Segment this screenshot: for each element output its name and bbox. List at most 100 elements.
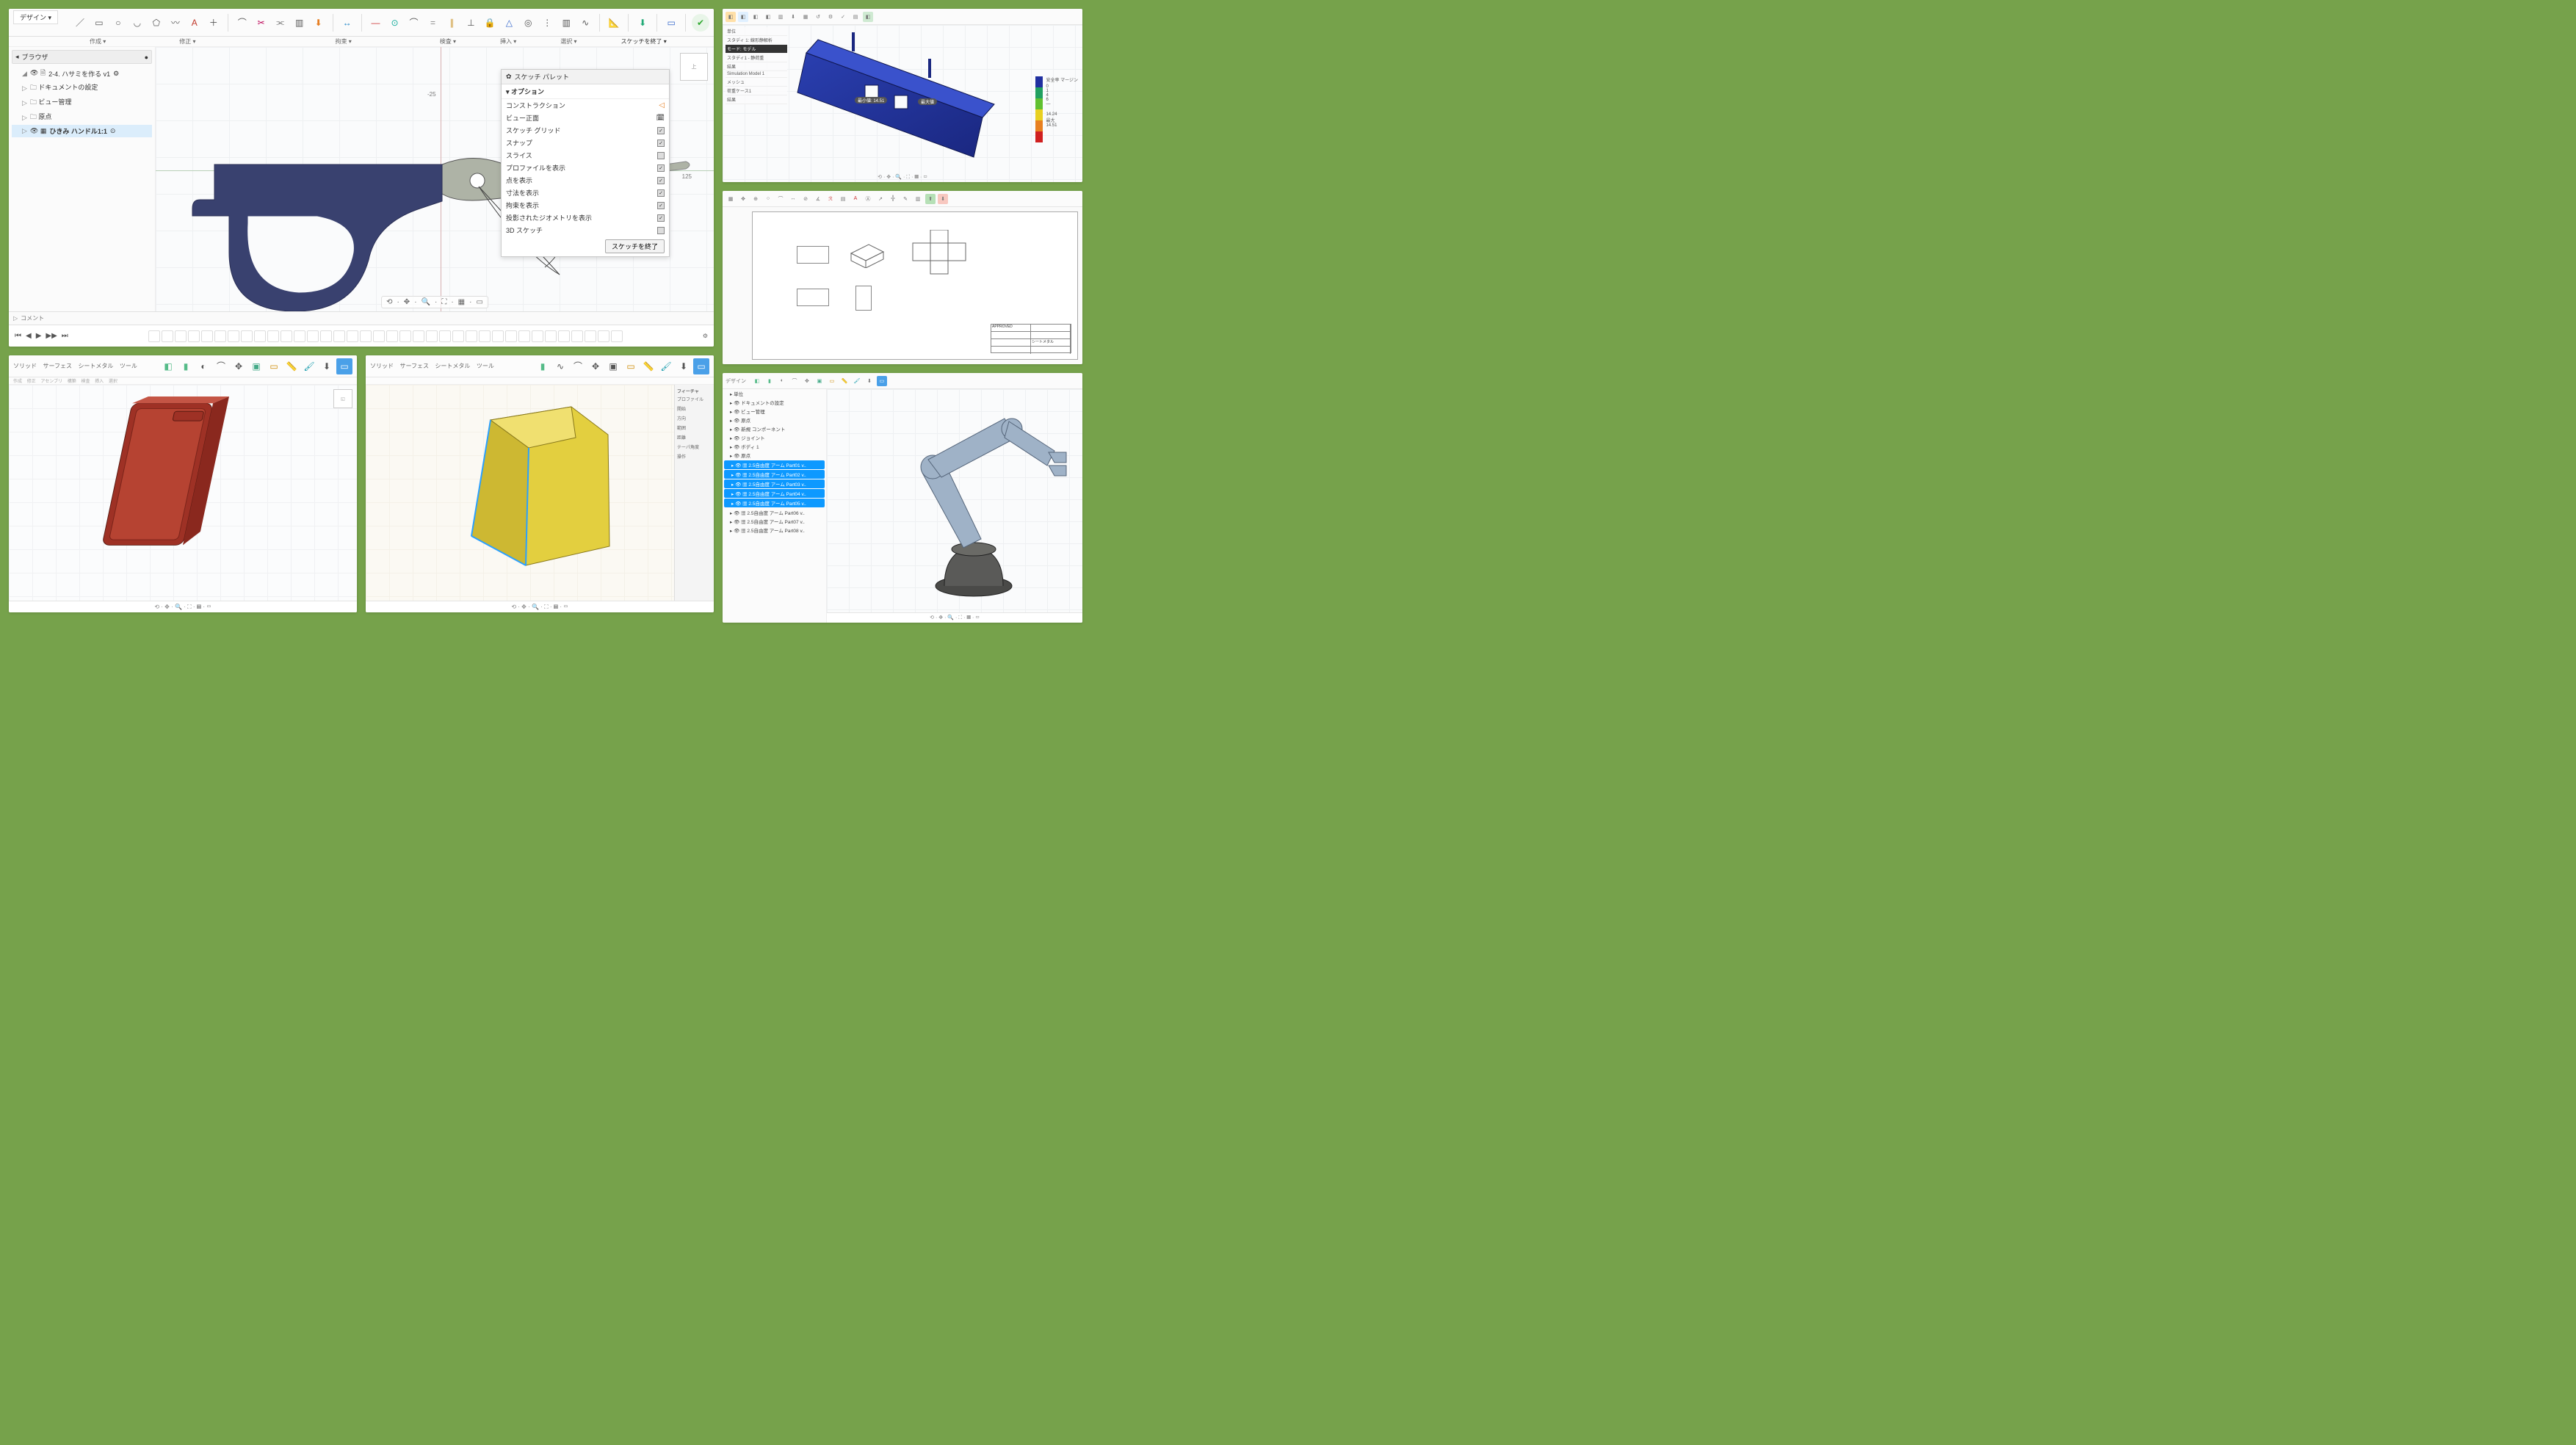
palette-row[interactable]: 寸法を表示✓: [502, 186, 669, 199]
construct-icon[interactable]: ▭: [266, 358, 282, 374]
robot-browser-item[interactable]: ▸ 👁 ▦ 2.5自由度 アーム Part01 v..: [724, 460, 825, 469]
settings-gear-icon[interactable]: ⚙: [113, 70, 119, 78]
constraint-curv-icon[interactable]: ∿: [577, 15, 593, 31]
tool-dim-icon[interactable]: ↔: [339, 15, 355, 31]
inspect-icon[interactable]: 📏: [283, 358, 300, 374]
sweep-icon[interactable]: ∿: [552, 358, 568, 374]
palette-row[interactable]: ビュー正面🗓: [502, 112, 669, 124]
assy-icon[interactable]: ▣: [248, 358, 264, 374]
robot-browser-item[interactable]: ▸ 👁 新規 コンポーネント: [723, 424, 826, 433]
tool-arc-icon[interactable]: ◡: [129, 15, 145, 31]
tool-project-icon[interactable]: ⬇: [311, 15, 327, 31]
view-icon[interactable]: ▭: [476, 298, 482, 306]
finish-sketch-button[interactable]: スケッチを終了: [605, 239, 665, 253]
timeline-thumbs[interactable]: [148, 330, 623, 342]
constraint-horiz-icon[interactable]: ―: [368, 15, 384, 31]
display-icon[interactable]: ▦: [458, 298, 465, 306]
fit-icon[interactable]: ⛶: [441, 298, 446, 306]
rev-icon[interactable]: ◐: [195, 358, 211, 374]
robot-browser-item[interactable]: ▸ 👁 原点: [723, 451, 826, 460]
robot-browser-item[interactable]: ▸ 👁 ▦ 2.5自由度 アーム Part04 v..: [724, 489, 825, 498]
constraint-perp-icon[interactable]: ⊥: [463, 15, 479, 31]
mini-nav-a[interactable]: ⟲ · ✥ · 🔍 · ⛶ · ▦ · ▭: [9, 601, 357, 612]
timeline-controls[interactable]: ⏮ ◀ ▶ ▶▶ ⏭: [15, 332, 68, 340]
tool-circle-icon[interactable]: ○: [110, 15, 126, 31]
tool-mirror-icon[interactable]: ▥: [292, 15, 308, 31]
palette-row[interactable]: コンストラクション◁: [502, 99, 669, 112]
finish-icon[interactable]: ✔: [692, 14, 709, 32]
tool-trim-icon[interactable]: ✂: [253, 15, 269, 31]
constraint-mid-icon[interactable]: △: [501, 15, 517, 31]
browser-doc-root[interactable]: ◢ 👁 🗎 2-4. ハサミを作る v1 ⚙: [12, 66, 152, 81]
palette-row[interactable]: 拘束を表示✓: [502, 199, 669, 211]
tl-play-icon[interactable]: ▶: [36, 332, 42, 340]
tool-polygon-icon[interactable]: ⬠: [148, 15, 164, 31]
tool-line-icon[interactable]: ／: [72, 15, 88, 31]
robot-nav[interactable]: ⟲ · ✥ · 🔍 · ⛶ · ▦ · ▭: [827, 612, 1082, 623]
fillet-b-icon[interactable]: ⌒: [570, 358, 586, 374]
select-b-icon[interactable]: ▭: [693, 358, 709, 374]
tl-end-icon[interactable]: ⏭: [62, 332, 68, 340]
comment-input[interactable]: [21, 315, 65, 322]
move-icon[interactable]: ✥: [231, 358, 247, 374]
fillet-icon[interactable]: ⌒: [213, 358, 229, 374]
tl-prev-icon[interactable]: ◀: [26, 332, 32, 340]
robot-browser-item[interactable]: ▸ 👁 ▦ 2.5自由度 アーム Part07 v..: [723, 517, 826, 526]
browser-item[interactable]: ▷ 🗀 ドキュメントの設定: [12, 81, 152, 95]
box-icon[interactable]: ◧: [160, 358, 176, 374]
viewcube-a[interactable]: ◱: [333, 389, 352, 408]
tl-start-icon[interactable]: ⏮: [15, 332, 21, 340]
palette-row[interactable]: スケッチ グリッド✓: [502, 124, 669, 137]
insert-b-icon[interactable]: ⬇: [676, 358, 692, 374]
viewcube[interactable]: 上: [680, 53, 708, 81]
mini-nav-b[interactable]: ⟲ · ✥ · 🔍 · ⛶ · ▦ · ▭: [366, 601, 714, 612]
constraint-parallel-icon[interactable]: ∥: [444, 15, 460, 31]
robot-browser-item[interactable]: ▸ 👁 ドキュメントの設定: [723, 398, 826, 407]
construct-b-icon[interactable]: ▭: [623, 358, 639, 374]
inspect-b-icon[interactable]: 📏: [640, 358, 656, 374]
robot-browser-item[interactable]: ▸ 👁 ▦ 2.5自由度 アーム Part08 v..: [723, 526, 826, 535]
tl-next-icon[interactable]: ▶▶: [46, 332, 57, 340]
tool-fillet-icon[interactable]: ⌒: [234, 15, 250, 31]
paint-b-icon[interactable]: 🖌: [658, 358, 674, 374]
browser-item[interactable]: ▷ 🗀 ビュー管理: [12, 95, 152, 110]
extrude-icon[interactable]: ▮: [178, 358, 194, 374]
tool-rect-icon[interactable]: ▭: [91, 15, 107, 31]
palette-row[interactable]: スライス: [502, 149, 669, 162]
robot-browser-item[interactable]: ▸ 👁 ▦ 2.5自由度 アーム Part03 v..: [724, 479, 825, 488]
tool-insert-icon[interactable]: ⬇: [634, 15, 651, 31]
assy-b-icon[interactable]: ▣: [605, 358, 621, 374]
tool-offset-icon[interactable]: ⫘: [272, 15, 289, 31]
insert-icon[interactable]: ⬇: [319, 358, 335, 374]
browser-item-selected[interactable]: ▷ 👁 ▦ ひきみ ハンドル1:1 ⊙: [12, 125, 152, 137]
pan-icon[interactable]: ✥: [404, 298, 410, 306]
browser-header[interactable]: ◂ ブラウザ ●: [12, 50, 152, 64]
constraint-lock-icon[interactable]: 🔒: [482, 15, 498, 31]
fea-canvas[interactable]: 単位スタディ 1: 線形静解析モード: モデルスタディ1 - 静荷重結果Simu…: [723, 25, 1082, 182]
tool-point-icon[interactable]: ＋: [206, 15, 222, 31]
palette-row[interactable]: スナップ✓: [502, 137, 669, 149]
sketch-canvas[interactable]: 上 -25 -50 125: [156, 47, 714, 311]
robot-browser-item[interactable]: ▸ 👁 原点: [723, 416, 826, 424]
constraint-sym-icon[interactable]: ▥: [558, 15, 574, 31]
robot-browser-item[interactable]: ▸ 👁 ▦ 2.5自由度 アーム Part06 v..: [723, 508, 826, 517]
robot-browser-item[interactable]: ▸ 👁 ジョイント: [723, 433, 826, 442]
robot-browser-item[interactable]: ▸ 👁 ▦ 2.5自由度 アーム Part02 v..: [724, 470, 825, 479]
robot-browser-item[interactable]: ▸ 👁 ▦ 2.5自由度 アーム Part05 v..: [724, 499, 825, 507]
robot-browser-item[interactable]: ▸ 👁 ボディ 1: [723, 442, 826, 451]
browser-pin-icon[interactable]: ●: [145, 54, 148, 61]
move-b-icon[interactable]: ✥: [587, 358, 604, 374]
constraint-colin-icon[interactable]: ⋮: [539, 15, 555, 31]
tool-select-icon[interactable]: ▭: [663, 15, 679, 31]
tool-text-icon[interactable]: A: [187, 15, 203, 31]
select-icon[interactable]: ▭: [336, 358, 352, 374]
palette-row[interactable]: 点を表示✓: [502, 174, 669, 186]
paint-icon[interactable]: 🖌: [301, 358, 317, 374]
constraint-conc-icon[interactable]: ◎: [520, 15, 536, 31]
constraint-coinc-icon[interactable]: ⊙: [387, 15, 403, 31]
constraint-tangent-icon[interactable]: ⌒: [406, 15, 422, 31]
zoom-icon[interactable]: 🔍: [422, 298, 430, 306]
tool-spline-icon[interactable]: 〰: [167, 15, 184, 31]
nav-toolbar[interactable]: ⟲· ✥· 🔍· ⛶· ▦· ▭: [381, 296, 488, 308]
palette-row[interactable]: 投影されたジオメトリを表示✓: [502, 211, 669, 224]
